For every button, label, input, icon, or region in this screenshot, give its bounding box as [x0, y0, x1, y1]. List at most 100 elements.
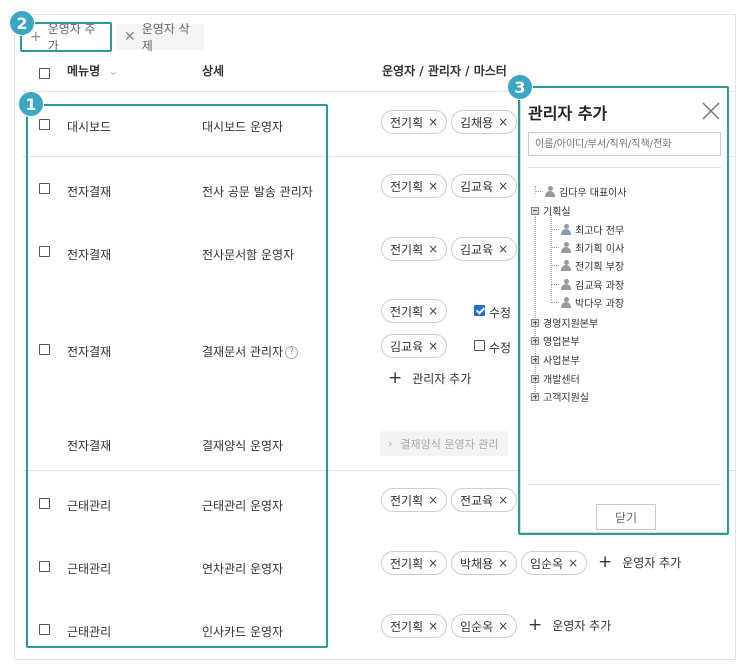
operator-chip[interactable]: 전기획 × — [381, 614, 448, 638]
row-checkbox[interactable] — [39, 246, 50, 257]
row-checkbox[interactable] — [39, 561, 50, 572]
person-icon — [545, 186, 555, 197]
close-icon[interactable]: × — [498, 242, 508, 256]
tree-person[interactable]: 최기획 이사 — [551, 240, 624, 255]
menu-cell: 전자결재 — [67, 439, 112, 453]
add-operator-button[interactable]: + 운영자 추가 — [22, 22, 110, 53]
collapse-icon[interactable] — [531, 206, 539, 215]
plus-icon: + — [598, 552, 613, 572]
close-icon[interactable]: × — [428, 179, 438, 193]
operator-chip[interactable]: 전기획 × — [381, 110, 448, 134]
help-icon[interactable]: ? — [285, 346, 299, 359]
tree-dept[interactable]: 경영지원본부 — [531, 315, 598, 330]
tree-dept-planning[interactable]: 기획실 — [531, 203, 571, 218]
close-icon[interactable]: × — [498, 556, 508, 570]
edit-permission-checkbox[interactable] — [474, 340, 485, 351]
operator-chip[interactable]: 임순옥 × — [521, 551, 588, 575]
operator-chip[interactable]: 전기획 × — [381, 174, 448, 198]
tree-person[interactable]: 전기획 부장 — [551, 258, 624, 273]
expand-icon[interactable] — [531, 336, 539, 345]
tree-dept[interactable]: 고객지원실 — [531, 389, 589, 404]
close-icon[interactable]: × — [428, 304, 438, 318]
detail-cell: 전사문서함 운영자 — [202, 248, 295, 262]
search-input[interactable] — [528, 132, 721, 156]
row-checkbox[interactable] — [39, 183, 50, 194]
person-icon — [561, 242, 571, 253]
operator-chip[interactable]: 박채용 × — [451, 551, 518, 575]
detail-cell: 결재문서 관리자? — [202, 343, 299, 360]
expand-icon[interactable] — [531, 318, 539, 327]
close-icon[interactable] — [701, 101, 721, 121]
operator-chip[interactable]: 전교육 × — [451, 488, 518, 512]
row-checkbox[interactable] — [39, 344, 50, 355]
close-icon[interactable]: × — [428, 242, 438, 256]
close-icon[interactable]: × — [428, 619, 438, 633]
expand-icon[interactable] — [531, 355, 539, 364]
row-checkbox[interactable] — [39, 119, 50, 130]
close-icon[interactable]: × — [498, 619, 508, 633]
step-badge-2: 2 — [9, 10, 35, 36]
row-checkbox[interactable] — [39, 498, 50, 509]
detail-cell: 인사카드 운영자 — [202, 625, 284, 639]
close-icon[interactable]: × — [568, 556, 578, 570]
menu-cell: 근태관리 — [67, 499, 112, 513]
tree-person[interactable]: 최고다 전무 — [551, 222, 624, 237]
operator-chip[interactable]: 전기획 × — [381, 237, 448, 261]
tree-dept[interactable]: 영업본부 — [531, 333, 580, 348]
select-all-checkbox[interactable] — [39, 68, 50, 79]
detail-cell: 근태관리 운영자 — [202, 499, 284, 513]
tree-dept[interactable]: 사업본부 — [531, 352, 580, 367]
delete-operator-label: 운영자 삭제 — [141, 22, 190, 53]
person-icon — [561, 260, 571, 271]
close-icon[interactable]: × — [428, 115, 438, 129]
tree-person[interactable]: 박다우 과장 — [551, 295, 624, 310]
operator-chip[interactable]: 김교육 × — [451, 237, 518, 261]
add-admin-link[interactable]: + 관리자 추가 — [388, 370, 471, 387]
expand-icon[interactable] — [531, 392, 539, 401]
tree-person[interactable]: 김교육 과장 — [551, 277, 624, 292]
row-checkbox[interactable] — [39, 624, 50, 635]
modal-close-button[interactable]: 닫기 — [596, 504, 656, 530]
add-operator-link[interactable]: + 운영자 추가 — [528, 617, 611, 634]
detail-cell: 대시보드 운영자 — [202, 120, 284, 134]
admin-chip[interactable]: 전기획 × — [381, 299, 448, 323]
menu-cell: 근태관리 — [67, 625, 112, 639]
delete-operator-button[interactable]: ✕ 운영자 삭제 — [116, 22, 204, 53]
expand-icon[interactable] — [531, 374, 539, 383]
person-icon — [561, 297, 571, 308]
modal-divider — [528, 484, 721, 485]
menu-cell: 전자결재 — [67, 345, 112, 359]
operator-chip[interactable]: 김교육 × — [451, 174, 518, 198]
add-operator-label: 운영자 추가 — [47, 22, 96, 53]
plus-icon: + — [528, 615, 543, 635]
tree-dept[interactable]: 개발센터 — [531, 371, 580, 386]
close-icon[interactable]: × — [428, 556, 438, 570]
close-icon[interactable]: × — [498, 115, 508, 129]
plus-icon: + — [388, 368, 403, 388]
close-icon[interactable]: × — [498, 179, 508, 193]
detail-cell: 전사 공문 발송 관리자 — [202, 185, 313, 199]
operator-chip[interactable]: 김채용 × — [451, 110, 518, 134]
plus-icon: + — [30, 29, 42, 45]
modal-title: 관리자 추가 — [528, 104, 608, 123]
close-icon[interactable]: × — [428, 493, 438, 507]
operator-chip[interactable]: 전기획 × — [381, 488, 448, 512]
edit-permission-checkbox[interactable] — [474, 305, 485, 316]
admin-chip[interactable]: 김교육 × — [381, 334, 448, 358]
operator-chip[interactable]: 전기획 × — [381, 551, 448, 575]
close-icon[interactable]: × — [498, 493, 508, 507]
header-menu[interactable]: 메뉴명 ⌄ — [67, 62, 118, 79]
menu-cell: 전자결재 — [67, 185, 112, 199]
add-operator-link[interactable]: + 운영자 추가 — [598, 554, 681, 571]
person-icon — [561, 279, 571, 290]
operator-chip[interactable]: 임순옥 × — [451, 614, 518, 638]
tree-person-ceo[interactable]: 김다우 대표이사 — [535, 184, 627, 199]
step-badge-3: 3 — [507, 74, 533, 100]
edit-permission-label: 수정 — [489, 306, 512, 320]
form-operator-manage-button: › 결재양식 운영자 관리 — [380, 431, 508, 456]
detail-cell: 결재양식 운영자 — [202, 439, 284, 453]
add-admin-modal: 관리자 추가 김다우 대표이사 기획실 최고다 전무 최기획 이사 전기획 부장… — [520, 87, 728, 533]
edit-permission-label: 수정 — [489, 341, 512, 355]
step-badge-1: 1 — [18, 91, 44, 117]
close-icon[interactable]: × — [428, 339, 438, 353]
